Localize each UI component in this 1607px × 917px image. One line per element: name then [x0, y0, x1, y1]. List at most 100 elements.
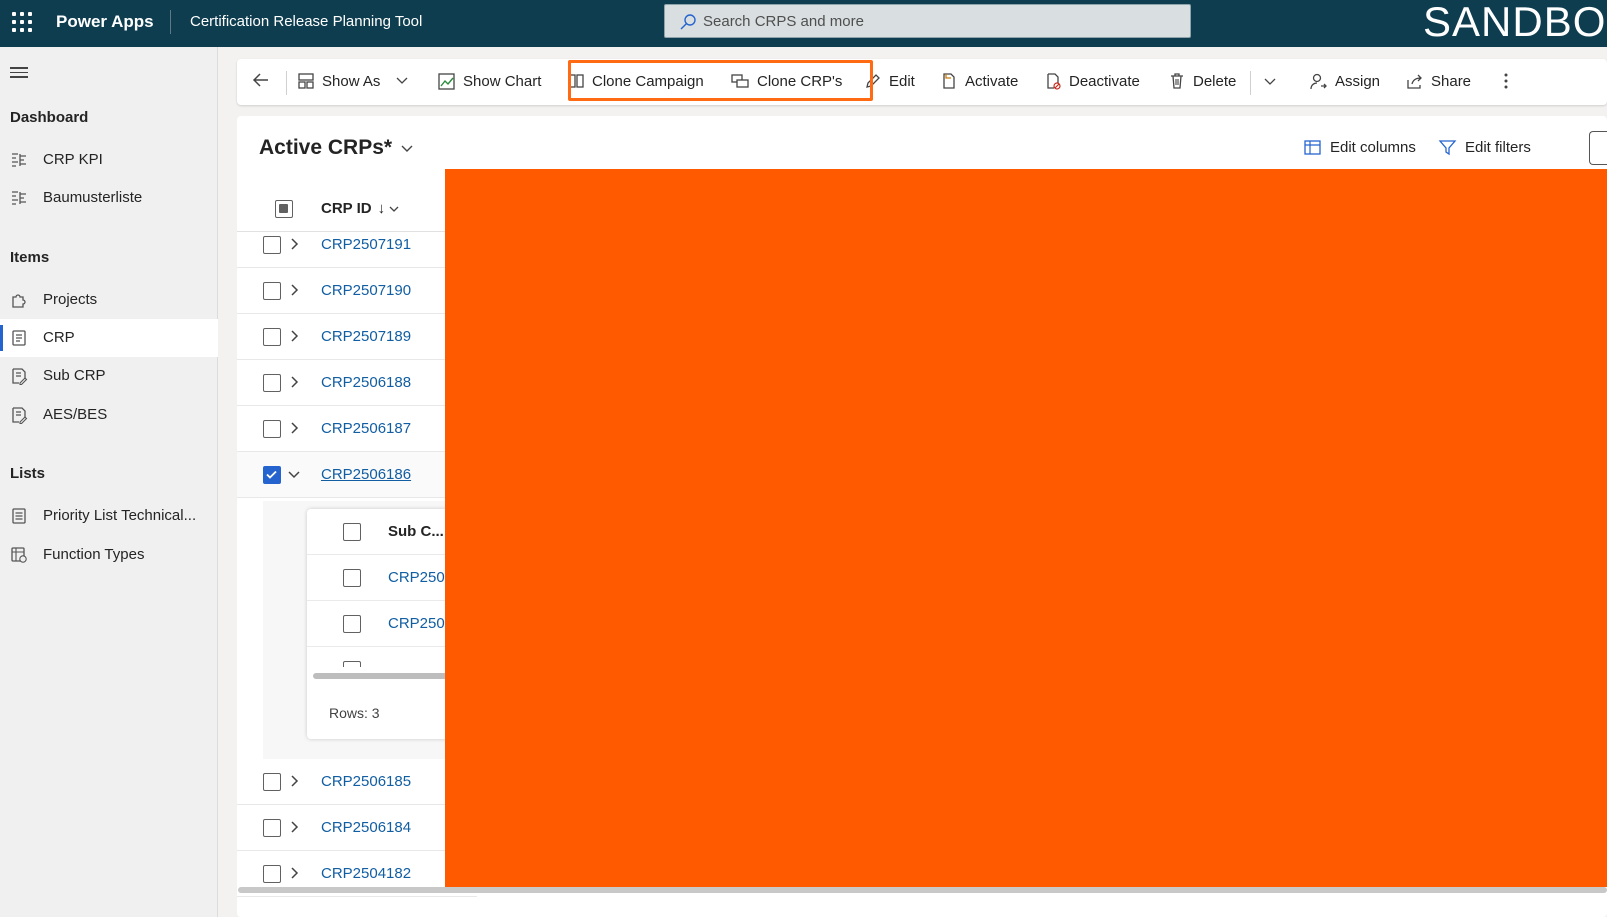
table-row[interactable]: CRP2506188	[237, 360, 477, 406]
trash-icon	[1171, 73, 1183, 89]
crp-id-link[interactable]: CRP2504182	[321, 865, 411, 882]
row-checkbox[interactable]	[263, 236, 281, 254]
sidebar-item-label: Priority List Technical...	[43, 507, 197, 524]
more-actions-dropdown[interactable]	[1263, 74, 1284, 88]
dashboard-icon	[12, 153, 26, 167]
more-options-button[interactable]	[1502, 71, 1517, 91]
edit-label: Edit	[889, 72, 915, 90]
row-checkbox[interactable]	[343, 615, 361, 633]
row-checkbox[interactable]	[263, 773, 281, 791]
section-lists: Lists	[10, 465, 46, 482]
show-as-label: Show As	[322, 72, 381, 90]
back-button[interactable]	[251, 70, 278, 90]
activate-button[interactable]: Activate	[940, 72, 1018, 90]
show-chart-button[interactable]: Show Chart	[437, 72, 541, 91]
show-as-button[interactable]: Show As	[297, 72, 380, 90]
sidebar-item-crp-kpi[interactable]: CRP KPI	[0, 141, 218, 179]
command-bar: Show As Show Chart Clone Campaign Clone …	[237, 59, 1607, 105]
chevron-right-icon[interactable]	[287, 421, 301, 435]
sidebar-item-function-types[interactable]: Function Types	[0, 536, 218, 574]
share-icon	[1407, 74, 1422, 89]
chevron-down-icon	[389, 206, 399, 212]
chevron-right-icon[interactable]	[287, 237, 301, 251]
row-checkbox[interactable]	[263, 865, 281, 883]
row-checkbox[interactable]	[263, 819, 281, 837]
crp-id-link[interactable]: CRP2507190	[321, 282, 411, 299]
hamburger-menu-icon[interactable]	[10, 67, 28, 79]
chevron-right-icon[interactable]	[287, 820, 301, 834]
crp-id-link[interactable]: CRP2506187	[321, 420, 411, 437]
chevron-right-icon[interactable]	[287, 283, 301, 297]
table-row[interactable]: CRP2506184	[237, 805, 477, 851]
row-checkbox[interactable]	[263, 420, 281, 438]
crp-id-link[interactable]: CRP2507191	[321, 236, 411, 253]
view-selector[interactable]: Active CRPs*	[259, 136, 414, 160]
app-title[interactable]: Certification Release Planning Tool	[190, 13, 422, 30]
show-chart-label: Show Chart	[463, 73, 542, 90]
crp-id-link[interactable]: CRP2507189	[321, 328, 411, 345]
environment-label: SANDBOX	[1423, 0, 1607, 45]
table-row[interactable]: CRP2506187	[237, 406, 477, 452]
select-all-checkbox[interactable]	[275, 200, 293, 218]
sidebar-item-label: CRP KPI	[43, 151, 103, 168]
row-checkbox[interactable]	[343, 661, 361, 667]
show-as-dropdown[interactable]	[395, 73, 416, 87]
row-checkbox[interactable]	[263, 282, 281, 300]
deactivate-button[interactable]: Deactivate	[1044, 72, 1140, 90]
sidebar-item-label: Function Types	[43, 546, 145, 563]
sidebar-item-label: CRP	[43, 329, 75, 346]
edit-filters-button[interactable]: Edit filters	[1438, 138, 1531, 157]
edit-columns-icon	[1304, 140, 1321, 155]
row-checkbox[interactable]	[263, 328, 281, 346]
crp-id-link[interactable]: CRP2506186	[321, 466, 411, 483]
sidebar-item-projects[interactable]: Projects	[0, 281, 218, 319]
section-items: Items	[10, 249, 50, 266]
sidebar-item-label: Baumusterliste	[43, 189, 143, 206]
column-header-crp-id[interactable]: CRP ID ↓	[321, 200, 400, 217]
delete-button[interactable]: Delete	[1168, 72, 1236, 90]
row-checkbox[interactable]	[343, 569, 361, 587]
crp-id-link[interactable]: CRP2506184	[321, 819, 411, 836]
search-view-input[interactable]	[1589, 131, 1607, 165]
row-checkbox[interactable]	[263, 374, 281, 392]
table-row-selected[interactable]: CRP2506186	[237, 452, 477, 498]
chevron-down-icon	[396, 77, 408, 84]
table-row[interactable]: CRP2507191	[237, 222, 477, 268]
crp-id-link[interactable]: CRP2506188	[321, 374, 411, 391]
chevron-right-icon[interactable]	[287, 774, 301, 788]
checkmark-icon	[266, 470, 277, 479]
sidebar-item-crp[interactable]: CRP	[0, 319, 218, 357]
chevron-down-icon	[401, 145, 413, 152]
share-button[interactable]: Share	[1405, 72, 1471, 91]
layout-icon	[298, 73, 314, 89]
table-row[interactable]: CRP2507190	[237, 268, 477, 314]
assign-button[interactable]: Assign	[1309, 72, 1380, 91]
view-title: Active CRPs*	[259, 136, 393, 159]
dashboard-icon	[12, 191, 26, 205]
table-row[interactable]: CRP2507189	[237, 314, 477, 360]
edit-columns-button[interactable]: Edit columns	[1303, 138, 1416, 157]
chevron-down-icon[interactable]	[287, 467, 301, 481]
sidebar-item-sub-crp[interactable]: Sub CRP	[0, 357, 218, 395]
app-launcher-icon[interactable]	[12, 12, 32, 32]
row-checkbox-checked[interactable]	[263, 466, 281, 484]
search-input[interactable]: Search CRPS and more	[664, 4, 1191, 38]
share-label: Share	[1431, 73, 1472, 90]
subgrid-select-all-checkbox[interactable]	[343, 523, 361, 541]
chevron-right-icon[interactable]	[287, 866, 301, 880]
subgrid-column-header[interactable]: Sub C... *	[388, 523, 454, 540]
sidebar-item-priority-list[interactable]: Priority List Technical...	[0, 497, 218, 535]
chevron-right-icon[interactable]	[287, 329, 301, 343]
sidebar-item-aes-bes[interactable]: AES/BES	[0, 396, 218, 434]
deactivate-label: Deactivate	[1069, 72, 1140, 90]
highlight-box	[568, 60, 873, 101]
chevron-right-icon[interactable]	[287, 375, 301, 389]
crp-id-link[interactable]: CRP2506185	[321, 773, 411, 790]
search-icon	[680, 14, 696, 30]
person-icon	[1310, 73, 1327, 90]
grid-horizontal-scrollbar[interactable]	[238, 887, 1607, 893]
app-name[interactable]: Power Apps	[56, 12, 154, 32]
more-vertical-icon	[1504, 73, 1508, 89]
sidebar-item-baumusterliste[interactable]: Baumusterliste	[0, 179, 218, 217]
table-row[interactable]: CRP2506185	[237, 759, 477, 805]
